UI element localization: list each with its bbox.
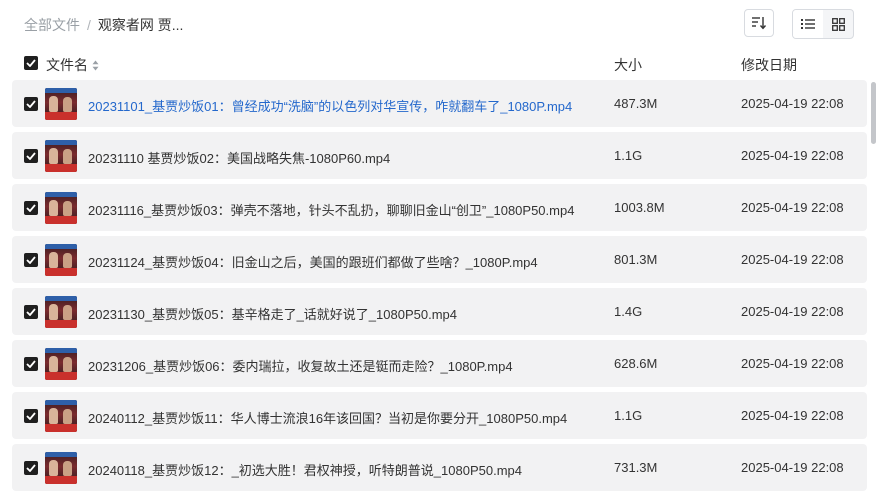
file-row[interactable]: 20231206_基贾炒饭06：委内瑞拉，收复故土还是铤而走险？_1080P.m… [12,340,867,387]
file-modified-date: 2025-04-19 22:08 [741,200,844,215]
column-header-date[interactable]: 修改日期 [741,55,797,75]
video-thumbnail [45,348,77,380]
file-size: 1.4G [614,304,643,319]
row-checkbox[interactable] [24,201,38,215]
list-icon [801,19,815,29]
check-icon [26,464,36,472]
row-checkbox[interactable] [24,149,38,163]
row-checkbox[interactable] [24,97,38,111]
file-name[interactable]: 20240112_基贾炒饭11：华人博士流浪16年该回国？当初是你要分开_108… [88,408,567,427]
check-icon [26,256,36,264]
column-header-name[interactable]: 文件名 [46,55,99,75]
row-checkbox[interactable] [24,357,38,371]
file-name[interactable]: 20231206_基贾炒饭06：委内瑞拉，收复故土还是铤而走险？_1080P.m… [88,356,513,375]
breadcrumb-separator: / [87,17,91,33]
video-thumbnail [45,452,77,484]
row-checkbox[interactable] [24,253,38,267]
file-modified-date: 2025-04-19 22:08 [741,460,844,475]
breadcrumb-root[interactable]: 全部文件 [24,15,80,35]
select-all-checkbox[interactable] [24,56,38,70]
top-bar: 全部文件 / 观察者网 贾... [0,0,878,48]
video-thumbnail [45,192,77,224]
check-icon [26,412,36,420]
grid-icon [831,17,845,31]
file-modified-date: 2025-04-19 22:08 [741,252,844,267]
scrollbar-thumb[interactable] [871,82,876,144]
file-modified-date: 2025-04-19 22:08 [741,408,844,423]
file-row[interactable]: 20231110 基贾炒饭02：美国战略失焦-1080P60.mp4 1.1G 20… [12,132,867,179]
file-size: 1.1G [614,148,643,163]
column-header-name-label: 文件名 [46,57,88,73]
file-row[interactable]: 20231116_基贾炒饭03：弹壳不落地，针头不乱扔，聊聊旧金山“创卫”_10… [12,184,867,231]
sort-toggle-icon [92,60,99,71]
check-icon [26,152,36,160]
file-name[interactable]: 20240118_基贾炒饭12：_初选大胜！君权神授，听特朗普说_1080P50… [88,460,522,479]
column-header-size[interactable]: 大小 [614,55,642,75]
file-name[interactable]: 20231116_基贾炒饭03：弹壳不落地，针头不乱扔，聊聊旧金山“创卫”_10… [88,200,574,219]
file-size: 731.3M [614,460,658,475]
file-row[interactable]: 20231124_基贾炒饭04：旧金山之后，美国的跟班们都做了些啥？_1080P… [12,236,867,283]
breadcrumb: 全部文件 / 观察者网 贾... [24,15,183,35]
row-checkbox[interactable] [24,305,38,319]
file-modified-date: 2025-04-19 22:08 [741,304,844,319]
check-icon [26,59,36,67]
breadcrumb-current: 观察者网 贾... [97,17,184,33]
video-thumbnail [45,88,77,120]
file-row[interactable]: 20240118_基贾炒饭12：_初选大胜！君权神授，听特朗普说_1080P50… [12,444,867,491]
file-row[interactable]: 20231130_基贾炒饭05：基辛格走了_话就好说了_1080P50.mp4 1… [12,288,867,335]
video-thumbnail [45,296,77,328]
file-modified-date: 2025-04-19 22:08 [741,96,844,111]
file-name[interactable]: 20231130_基贾炒饭05：基辛格走了_话就好说了_1080P50.mp4 [88,304,457,323]
check-icon [26,100,36,108]
file-size: 1003.8M [614,200,665,215]
file-size: 628.6M [614,356,658,371]
file-name[interactable]: 20231101_基贾炒饭01：曾经成功“洗脑”的以色列对华宣传，咋就翻车了_1… [88,96,572,115]
file-size: 801.3M [614,252,658,267]
video-thumbnail [45,244,77,276]
file-name[interactable]: 20231110 基贾炒饭02：美国战略失焦-1080P60.mp4 [88,148,390,167]
file-modified-date: 2025-04-19 22:08 [741,148,844,163]
grid-view-button[interactable] [823,10,853,38]
file-modified-date: 2025-04-19 22:08 [741,356,844,371]
file-name[interactable]: 20231124_基贾炒饭04：旧金山之后，美国的跟班们都做了些啥？_1080P… [88,252,538,271]
file-size: 1.1G [614,408,643,423]
table-header: 文件名 大小 修改日期 [0,50,878,78]
check-icon [26,360,36,368]
sort-order-button[interactable] [744,9,774,37]
check-icon [26,204,36,212]
video-thumbnail [45,400,77,432]
row-checkbox[interactable] [24,409,38,423]
file-size: 487.3M [614,96,658,111]
sort-descending-icon [752,17,767,30]
row-checkbox[interactable] [24,461,38,475]
list-view-button[interactable] [793,10,823,38]
file-row[interactable]: 20240112_基贾炒饭11：华人博士流浪16年该回国？当初是你要分开_108… [12,392,867,439]
view-mode-toggle [792,9,854,39]
check-icon [26,308,36,316]
video-thumbnail [45,140,77,172]
file-row[interactable]: 20231101_基贾炒饭01：曾经成功“洗脑”的以色列对华宣传，咋就翻车了_1… [12,80,867,127]
